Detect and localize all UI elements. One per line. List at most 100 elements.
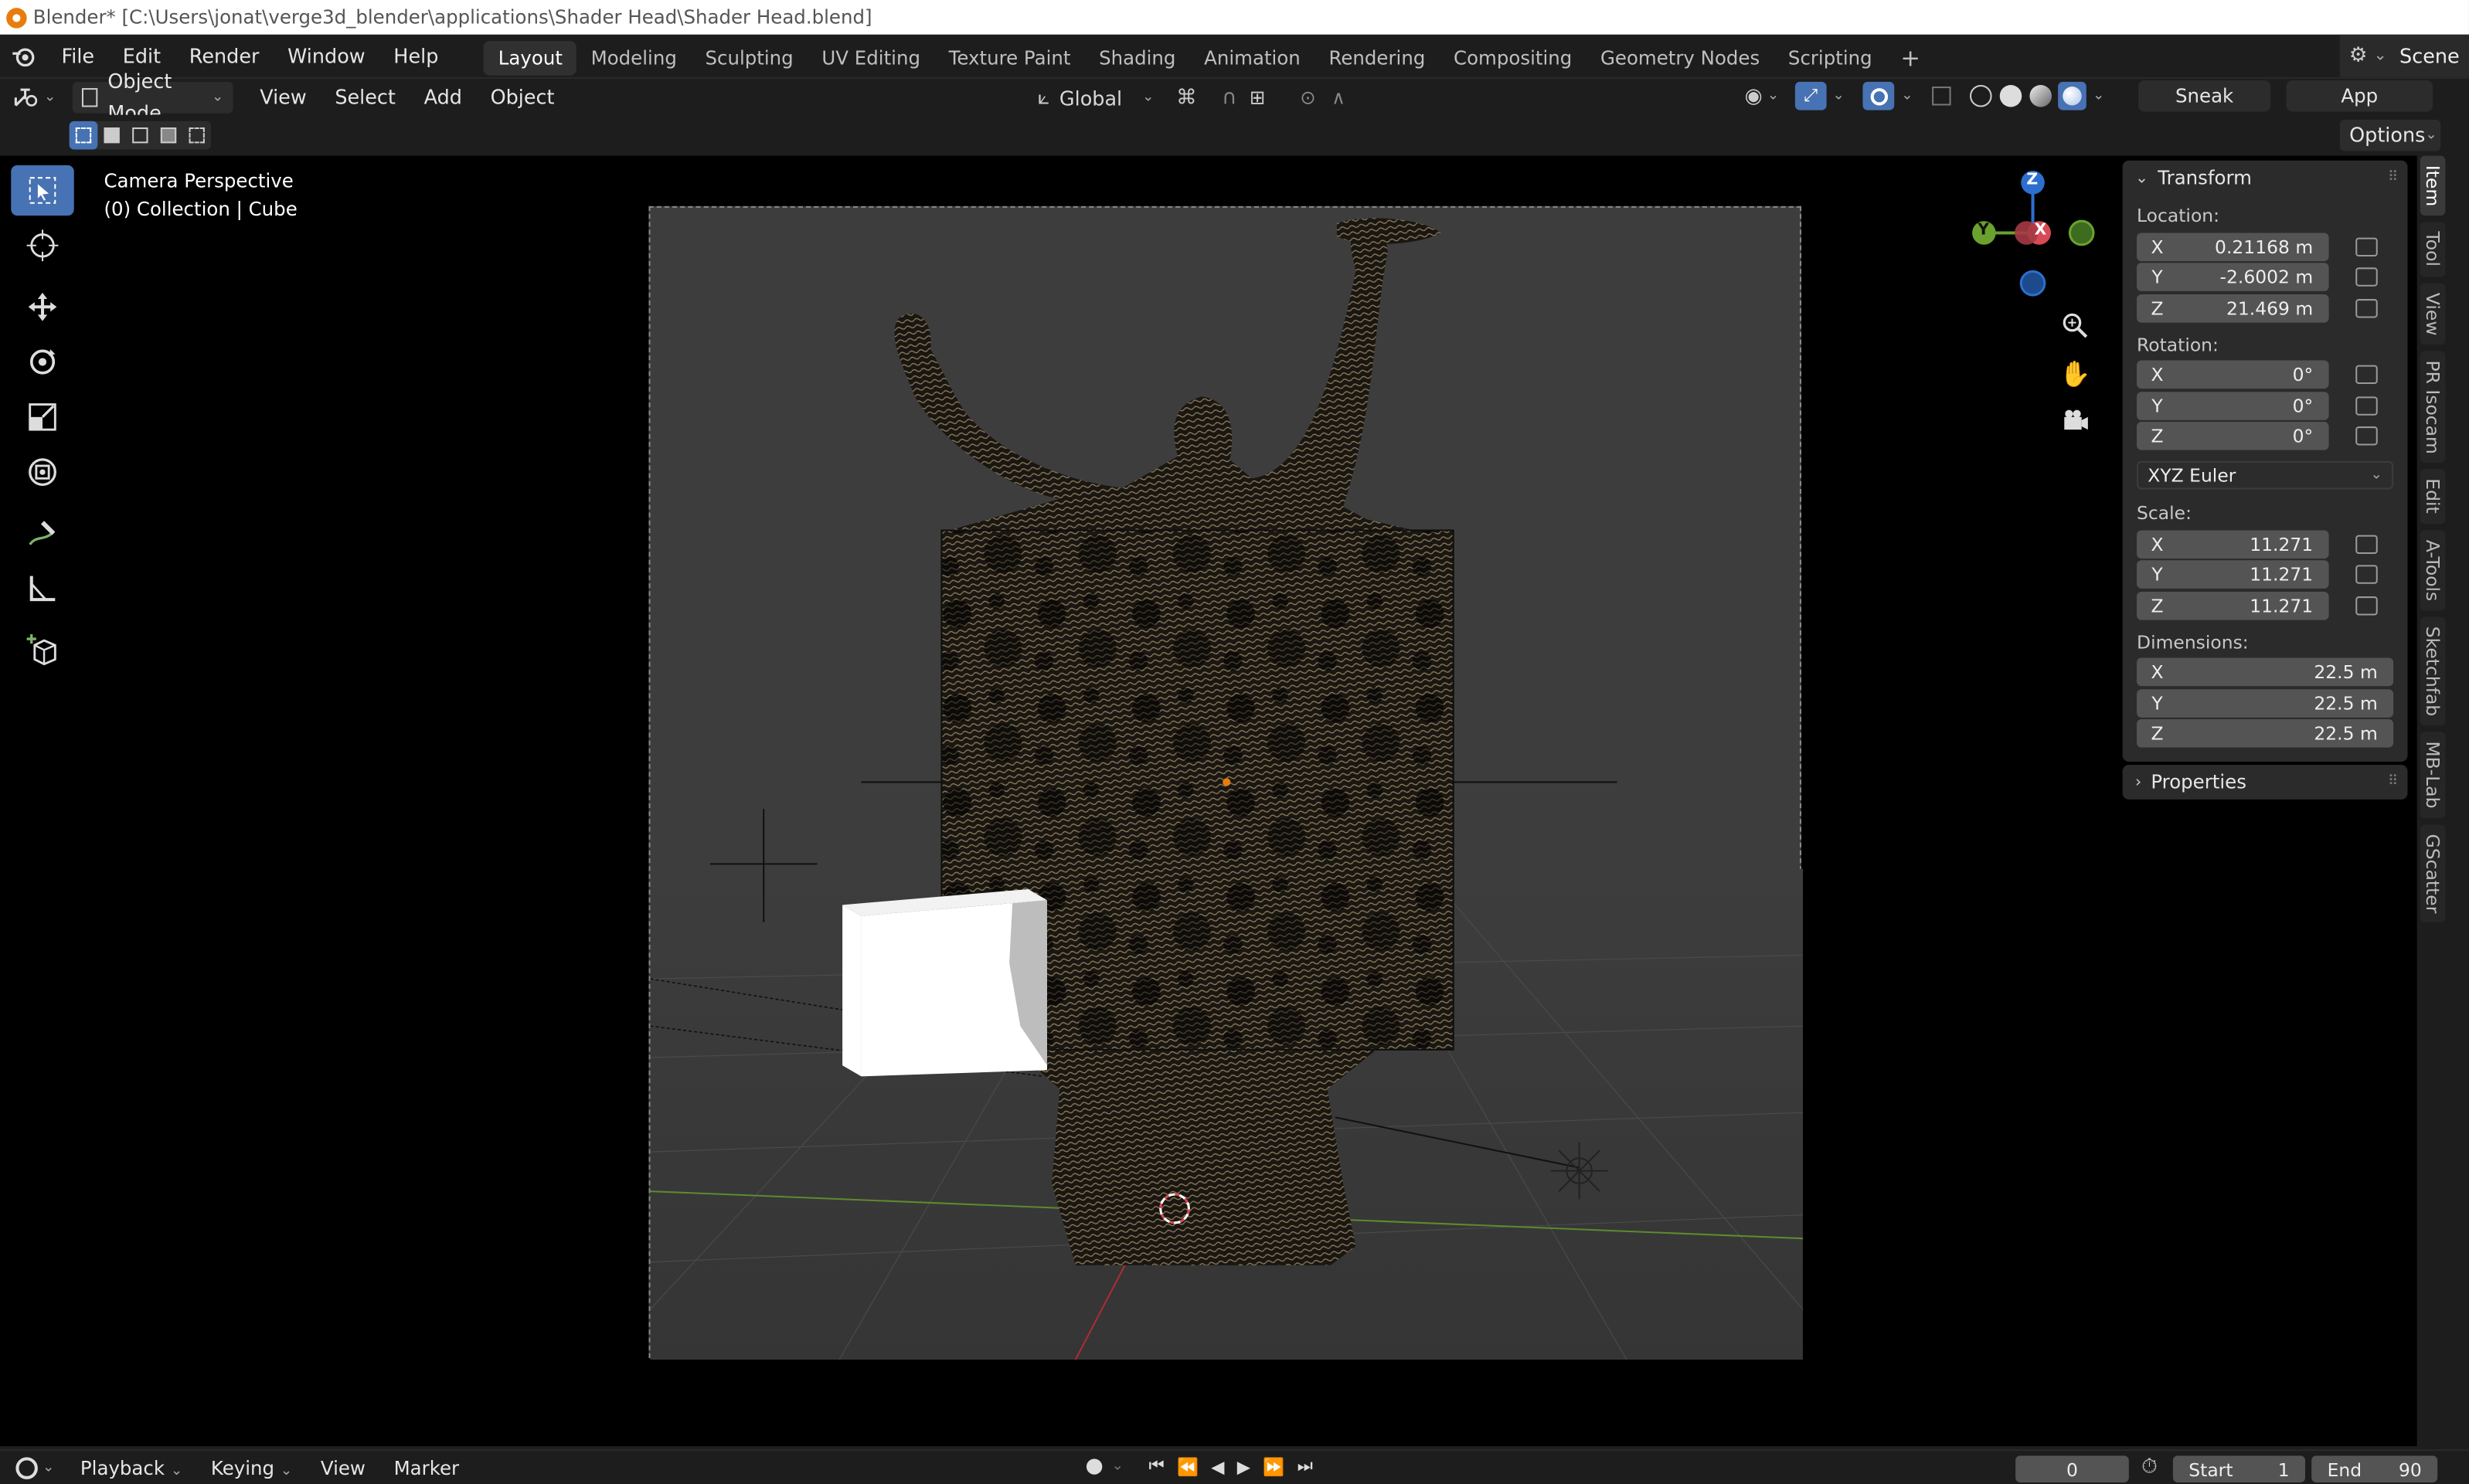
tab-a-tools[interactable]: A-Tools: [2420, 529, 2446, 610]
orientation-dropdown[interactable]: ⟀ Global ⌄: [1032, 82, 1155, 114]
timeline-editor-type-button[interactable]: ⌄: [15, 1456, 66, 1479]
current-frame-field[interactable]: 0: [2015, 1455, 2129, 1482]
annotate-tool[interactable]: [11, 508, 74, 559]
rotation-z-field[interactable]: Z 0°: [2137, 422, 2329, 451]
app-manager-button[interactable]: App Manager: [2286, 80, 2433, 138]
tab-gscatter[interactable]: GScatter: [2420, 824, 2446, 922]
lock-icon[interactable]: [2355, 267, 2378, 287]
tab-compositing[interactable]: Compositing: [1440, 40, 1586, 75]
menu-keying[interactable]: Keying ⌄: [197, 1450, 307, 1484]
tab-shading[interactable]: Shading: [1085, 40, 1190, 75]
material-shading-icon[interactable]: [2029, 85, 2052, 107]
record-icon[interactable]: [1086, 1459, 1103, 1475]
camera-view-icon[interactable]: [2056, 396, 2094, 443]
wireframe-shading-icon[interactable]: [1970, 85, 1992, 107]
lock-icon[interactable]: [2355, 237, 2378, 256]
move-tool[interactable]: [11, 282, 74, 332]
menu-marker[interactable]: Marker: [379, 1450, 473, 1484]
dimensions-x-field[interactable]: X 22.5 m: [2137, 658, 2394, 687]
rotation-mode-dropdown[interactable]: XYZ Euler ⌄: [2137, 460, 2394, 490]
overlay-toggle-icon[interactable]: [1863, 81, 1896, 110]
lock-icon[interactable]: [2355, 365, 2378, 385]
tab-item[interactable]: Item: [2420, 155, 2446, 216]
lock-icon[interactable]: [2355, 535, 2378, 554]
lock-icon[interactable]: [2355, 596, 2378, 615]
menu-select[interactable]: Select: [321, 78, 410, 116]
add-workspace-icon[interactable]: +: [1886, 40, 1934, 75]
xray-icon[interactable]: [1932, 87, 1951, 106]
rotation-y-field[interactable]: Y 0°: [2137, 391, 2329, 420]
menu-window[interactable]: Window: [274, 35, 379, 77]
prev-keyframe-icon[interactable]: ⏪: [1177, 1456, 1199, 1476]
location-y-field[interactable]: Y -2.6002 m: [2137, 263, 2329, 292]
select-intersect-icon[interactable]: [182, 127, 211, 144]
pan-hand-icon[interactable]: ✋: [2056, 349, 2094, 396]
transform-tool[interactable]: [11, 447, 74, 497]
location-z-field[interactable]: Z 21.469 m: [2137, 294, 2329, 323]
select-box-tool[interactable]: [11, 165, 74, 216]
transform-panel-header[interactable]: ⌄ Transform ⠿: [2123, 161, 2408, 195]
gizmo-toggle-icon[interactable]: ⤢: [1794, 81, 1827, 110]
tab-view[interactable]: View: [2420, 282, 2446, 345]
dimensions-y-field[interactable]: Y 22.5 m: [2137, 688, 2394, 718]
select-invert-icon[interactable]: [155, 127, 183, 144]
select-subtract-icon[interactable]: [126, 127, 155, 144]
snap-icon[interactable]: ∩: [1222, 86, 1236, 110]
tab-edit[interactable]: Edit: [2420, 469, 2446, 524]
drag-handle-icon[interactable]: ⠿: [2388, 774, 2398, 790]
rendered-shading-icon[interactable]: [2058, 81, 2086, 110]
end-frame-field[interactable]: End 90: [2311, 1455, 2438, 1482]
select-new-icon[interactable]: [69, 121, 98, 150]
blender-menu-icon[interactable]: [0, 45, 47, 67]
rotate-tool[interactable]: [11, 337, 74, 387]
solid-shading-icon[interactable]: [1999, 85, 2022, 107]
dimensions-z-field[interactable]: Z 22.5 m: [2137, 719, 2394, 749]
lock-icon[interactable]: [2355, 396, 2378, 416]
navigation-gizmo[interactable]: Z Y X: [1968, 167, 2102, 301]
cursor-tool[interactable]: [11, 220, 74, 270]
rotation-x-field[interactable]: X 0°: [2137, 361, 2329, 389]
jump-start-icon[interactable]: ⏮: [1149, 1455, 1165, 1478]
snap-target-icon[interactable]: ⊞: [1250, 87, 1266, 109]
editor-type-button[interactable]: ⌄: [12, 86, 66, 108]
tab-texture-paint[interactable]: Texture Paint: [934, 40, 1084, 75]
menu-add[interactable]: Add: [410, 78, 476, 116]
menu-view[interactable]: View: [246, 78, 321, 116]
measure-tool[interactable]: [11, 563, 74, 613]
play-icon[interactable]: ▶: [1237, 1456, 1250, 1476]
tab-geometry-nodes[interactable]: Geometry Nodes: [1586, 40, 1774, 75]
mode-dropdown[interactable]: Object Mode ⌄: [72, 69, 233, 124]
lock-icon[interactable]: [2355, 426, 2378, 447]
properties-panel-header[interactable]: › Properties ⠿: [2122, 765, 2408, 800]
scale-y-field[interactable]: Y 11.271: [2137, 560, 2329, 589]
lock-icon[interactable]: [2355, 565, 2378, 585]
menu-playback[interactable]: Playback ⌄: [66, 1450, 197, 1484]
menu-timeline-view[interactable]: View: [307, 1450, 380, 1484]
next-keyframe-icon[interactable]: ⏩: [1263, 1456, 1284, 1476]
tab-layout[interactable]: Layout: [484, 39, 577, 75]
sneak-peek-button[interactable]: Sneak Peek: [2138, 80, 2271, 138]
menu-object[interactable]: Object: [476, 78, 569, 116]
tab-uv-editing[interactable]: UV Editing: [808, 40, 934, 75]
select-extend-icon[interactable]: [97, 127, 126, 144]
play-reverse-icon[interactable]: ◀: [1211, 1456, 1224, 1476]
add-cube-tool[interactable]: [11, 625, 74, 675]
stopwatch-icon[interactable]: ⏱: [2141, 1455, 2158, 1479]
menu-help[interactable]: Help: [379, 35, 453, 77]
tab-rendering[interactable]: Rendering: [1314, 40, 1440, 75]
scene-selector[interactable]: ⚙ ⌄ Scene: [2339, 34, 2469, 77]
scale-z-field[interactable]: Z 11.271: [2137, 591, 2329, 620]
camera-frame[interactable]: [648, 205, 1804, 1360]
proportional-edit-icon[interactable]: ⊙: [1300, 87, 1316, 109]
lock-icon[interactable]: [2355, 298, 2378, 318]
menu-file[interactable]: File: [47, 35, 108, 77]
tab-tool[interactable]: Tool: [2420, 222, 2446, 277]
tab-pr-isocam[interactable]: PR Isocam: [2420, 350, 2446, 464]
tab-mb-lab[interactable]: MB-Lab: [2420, 731, 2446, 818]
jump-end-icon[interactable]: ⏭: [1297, 1455, 1313, 1478]
tab-sculpting[interactable]: Sculpting: [691, 40, 808, 75]
zoom-icon[interactable]: [2056, 302, 2094, 349]
location-x-field[interactable]: X 0.21168 m: [2137, 232, 2329, 261]
visibility-icon[interactable]: ◉: [1745, 84, 1763, 108]
scale-x-field[interactable]: X 11.271: [2137, 529, 2329, 559]
